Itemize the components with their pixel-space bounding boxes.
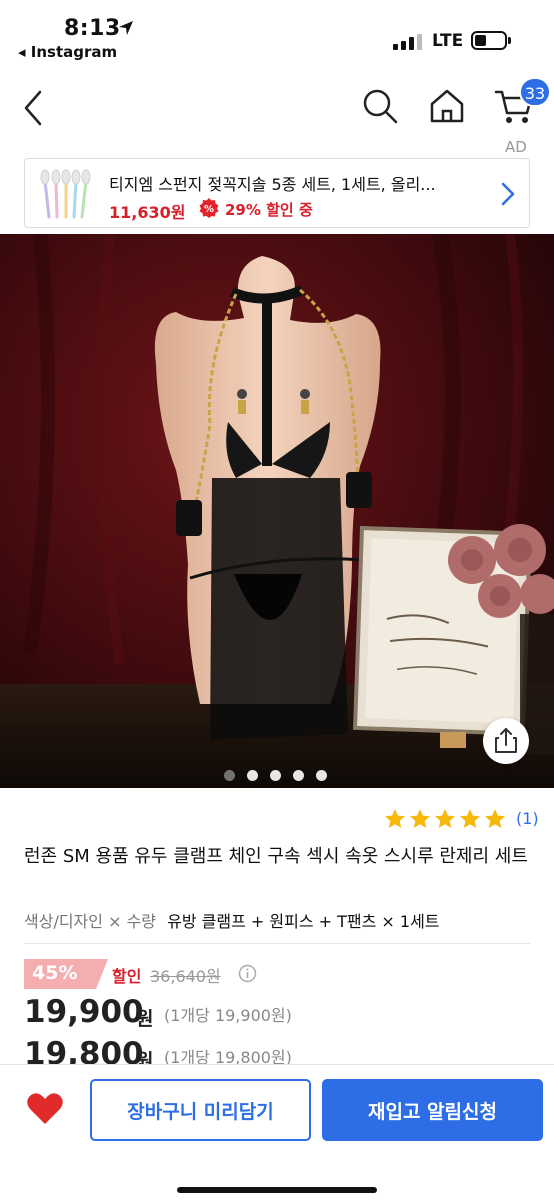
battery-tip [508,37,511,44]
ad-discount: 29% 할인 중 [225,201,313,219]
home-indicator [177,1187,377,1193]
back-to-instagram-link[interactable]: ◂ Instagram [18,43,117,61]
location-arrow-icon [119,21,133,35]
option-selector[interactable]: 색상/디자인 × 수량 유방 클램프 + 원피스 + T팬츠 × 1세트 [24,908,440,932]
discount-word: 할인 [112,967,142,986]
pagination-dot[interactable] [270,770,281,781]
option-label: 색상/디자인 × 수량 [24,912,157,931]
product-title: 런존 SM 용품 유두 클램프 체인 구속 섹시 속옷 스시루 란제리 세트 [24,846,528,867]
network-label: LTE [432,31,464,51]
ad-label: AD [505,138,527,156]
product-image[interactable] [0,234,554,788]
share-button[interactable] [483,718,529,764]
star-icon [435,809,455,828]
star-icon [385,809,405,828]
sale-price: 19,900 [24,994,144,1030]
gallery-pagination [224,770,334,782]
product-photo [0,234,554,788]
pagination-dot[interactable] [316,770,327,781]
status-bar: 8:13 ◂ Instagram LTE [0,0,554,66]
signal-bars-icon [393,34,423,50]
rating[interactable]: (1) [384,808,544,834]
chevron-left-icon[interactable] [18,88,48,128]
restock-notify-button[interactable]: 재입고 알림신청 [322,1079,543,1141]
chevron-right-icon[interactable] [499,181,517,207]
pagination-dot[interactable] [247,770,258,781]
cart-count-badge: 33 [519,77,551,107]
pagination-dot[interactable] [293,770,304,781]
battery-icon [471,31,507,50]
ad-price: 11,630원 [109,203,186,222]
pagination-dot[interactable] [224,770,235,781]
add-to-cart-button[interactable]: 장바구니 미리담기 [90,1079,311,1141]
top-nav-bar [0,66,554,146]
svg-text:%: % [204,204,214,215]
ad-banner[interactable]: 티지엠 스펀지 젖꼭지솔 5종 세트, 1세트, 올리... 11,630원 %… [24,158,530,228]
sale-price-unit: 원 [136,1008,154,1030]
info-icon[interactable] [238,964,257,983]
ad-product-thumbnail [40,169,91,219]
unit-price: (1개당 19,900원) [164,1006,292,1025]
ad-title: 티지엠 스펀지 젖꼭지솔 5종 세트, 1세트, 올리... [109,175,436,194]
option-value: 유방 클램프 + 원피스 + T팬츠 × 1세트 [167,912,440,931]
divider [24,943,530,944]
percent-badge-icon: % [199,198,219,218]
star-icon [410,809,430,828]
original-price: 36,640원 [150,967,221,986]
discount-rate: 45% [32,962,78,984]
share-icon [495,728,517,753]
star-icon [485,809,505,828]
star-icon [460,809,480,828]
review-count[interactable]: (1) [516,809,539,828]
status-time: 8:13 [64,16,121,41]
home-icon[interactable] [426,85,468,127]
search-icon[interactable] [360,86,400,126]
heart-icon[interactable] [26,1092,64,1126]
